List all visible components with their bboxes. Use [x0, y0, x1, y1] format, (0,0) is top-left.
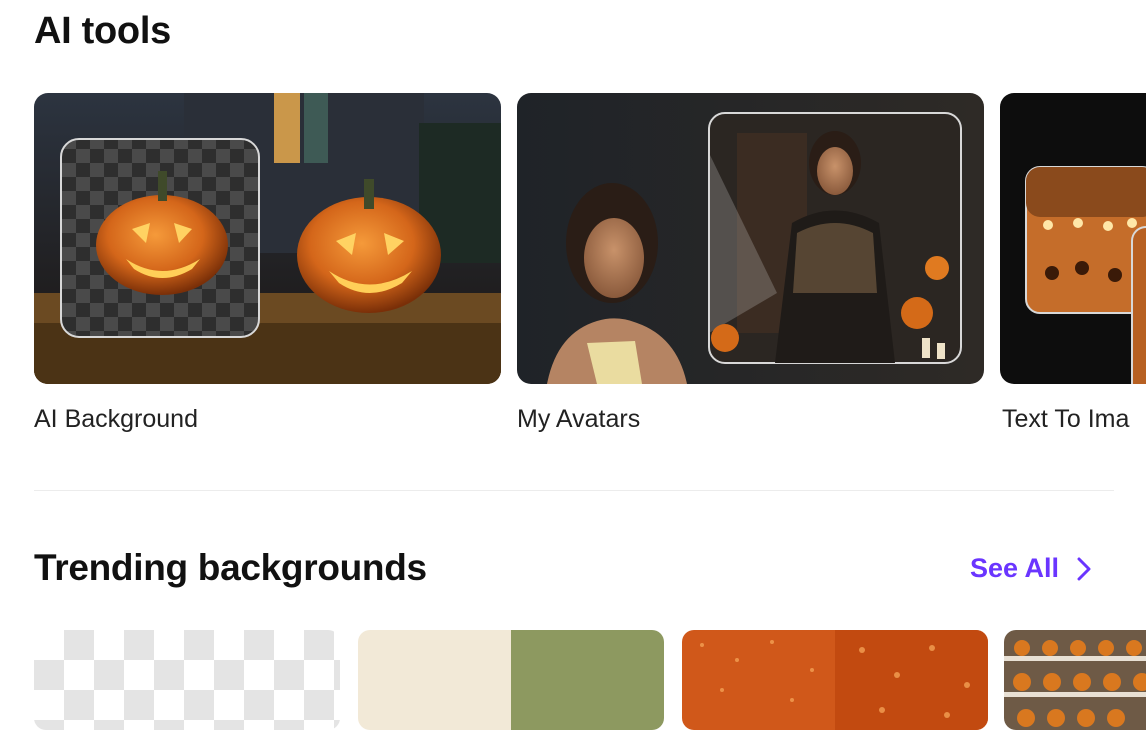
pumpkin-shelves-background-tile[interactable]	[1004, 630, 1146, 730]
orange-glitter-background-tile[interactable]	[682, 630, 988, 730]
olive-swatch	[511, 630, 664, 730]
text-to-image-card[interactable]	[1000, 93, 1146, 384]
see-all-label: See All	[970, 553, 1060, 583]
ai-background-card[interactable]	[34, 93, 501, 384]
ai-background-thumbnail	[34, 93, 501, 384]
pumpkin-shelves-pattern	[1004, 630, 1146, 730]
my-avatars-card[interactable]	[517, 93, 984, 384]
chevron-right-icon	[1077, 557, 1091, 581]
transparent-background-tile[interactable]	[34, 630, 340, 730]
ai-tools-heading: AI tools	[34, 10, 171, 52]
orange-glitter-pattern	[682, 630, 988, 730]
text-to-image-label: Text To Ima	[1002, 405, 1130, 433]
trending-backgrounds-heading: Trending backgrounds	[34, 547, 427, 588]
my-avatars-label: My Avatars	[517, 405, 641, 433]
cream-swatch	[358, 630, 511, 730]
ai-background-label: AI Background	[34, 405, 198, 433]
section-divider	[34, 490, 1114, 491]
cream-olive-background-tile[interactable]	[358, 630, 664, 730]
my-avatars-thumbnail	[517, 93, 984, 384]
see-all-link[interactable]: See All	[970, 553, 1091, 584]
text-to-image-thumbnail	[1000, 93, 1146, 384]
